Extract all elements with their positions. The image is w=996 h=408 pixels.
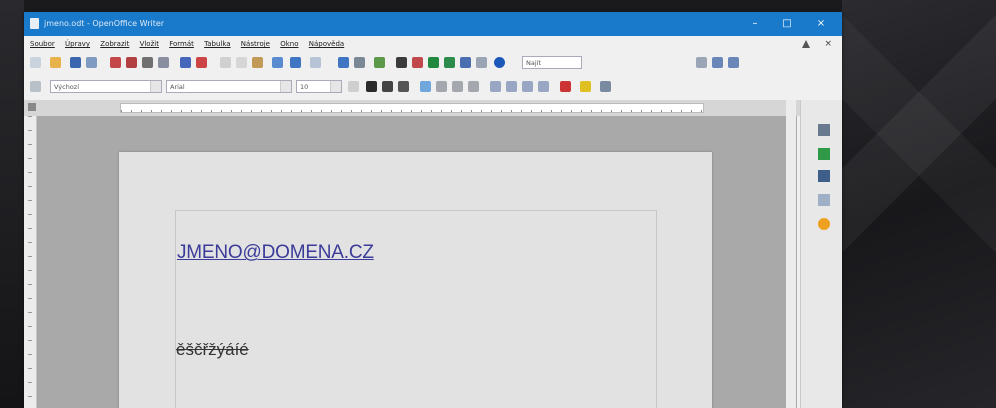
font-size-text: 10 bbox=[300, 83, 309, 91]
background-color-icon[interactable] bbox=[600, 81, 611, 92]
title-bar: jmeno.odt - OpenOffice Writer – □ × bbox=[24, 12, 842, 36]
menu-help[interactable]: Nápověda bbox=[309, 40, 344, 48]
save-icon[interactable] bbox=[70, 57, 81, 68]
standard-toolbar: Najít bbox=[24, 52, 842, 74]
spellcheck-icon[interactable] bbox=[180, 57, 191, 68]
font-size-select[interactable]: 10 bbox=[296, 80, 342, 93]
horizontal-ruler[interactable] bbox=[120, 103, 704, 113]
numbering-icon[interactable] bbox=[490, 81, 501, 92]
gallery-sidebar-icon[interactable] bbox=[818, 170, 830, 182]
find-replace-icon[interactable] bbox=[396, 57, 407, 68]
document-page[interactable]: JMENO@DOMENA.CZ ěščřžýáíé bbox=[119, 152, 712, 408]
nonprinting-chars-icon[interactable] bbox=[460, 57, 471, 68]
open-icon[interactable] bbox=[50, 57, 61, 68]
document-workspace: JMENO@DOMENA.CZ ěščřžýáíé bbox=[37, 116, 797, 408]
document-icon bbox=[802, 40, 810, 48]
find-field[interactable]: Najít bbox=[522, 56, 582, 69]
menu-view[interactable]: Zobrazit bbox=[100, 40, 129, 48]
align-right-icon[interactable] bbox=[452, 81, 463, 92]
decrease-indent-icon[interactable] bbox=[522, 81, 533, 92]
font-size-dropdown-icon[interactable] bbox=[330, 81, 341, 92]
minimize-button[interactable]: – bbox=[740, 12, 770, 36]
redo-icon[interactable] bbox=[310, 57, 321, 68]
vertical-ruler[interactable] bbox=[24, 116, 37, 408]
underline-icon[interactable] bbox=[398, 81, 409, 92]
writer-app-icon bbox=[30, 18, 39, 29]
bold-icon[interactable] bbox=[366, 81, 377, 92]
menu-table[interactable]: Tabulka bbox=[204, 40, 230, 48]
increase-indent-icon[interactable] bbox=[538, 81, 549, 92]
zoom-icon[interactable] bbox=[476, 57, 487, 68]
format-paintbrush-icon[interactable] bbox=[272, 57, 283, 68]
navigator-icon[interactable] bbox=[412, 57, 423, 68]
autospell-icon[interactable] bbox=[196, 57, 207, 68]
copy-icon[interactable] bbox=[236, 57, 247, 68]
data-sources-icon[interactable] bbox=[444, 57, 455, 68]
font-name-select[interactable]: Arial bbox=[166, 80, 292, 93]
styles-formatting-icon[interactable] bbox=[818, 148, 830, 160]
email-icon[interactable] bbox=[86, 57, 97, 68]
writer-window: jmeno.odt - OpenOffice Writer – □ × Soub… bbox=[24, 12, 842, 408]
close-button[interactable]: × bbox=[806, 12, 836, 36]
menu-file[interactable]: Soubor bbox=[30, 40, 55, 48]
functions-icon[interactable] bbox=[818, 218, 830, 230]
horizontal-ruler-bar bbox=[24, 100, 842, 116]
font-name-dropdown-icon[interactable] bbox=[280, 81, 291, 92]
gallery-icon[interactable] bbox=[428, 57, 439, 68]
menu-window[interactable]: Okno bbox=[280, 40, 298, 48]
print-preview-icon[interactable] bbox=[158, 57, 169, 68]
hyperlink-icon[interactable] bbox=[338, 57, 349, 68]
show-draw-functions-icon[interactable] bbox=[374, 57, 385, 68]
paragraph-style-dropdown-icon[interactable] bbox=[150, 81, 161, 92]
export-pdf-icon[interactable] bbox=[126, 57, 137, 68]
font-color-icon[interactable] bbox=[560, 81, 571, 92]
formatting-toolbar: Výchozí Arial 10 bbox=[24, 76, 842, 98]
desktop-left bbox=[0, 0, 24, 408]
find-dropdown-icon[interactable] bbox=[696, 57, 707, 68]
menu-insert[interactable]: Vložit bbox=[140, 40, 159, 48]
find-next-icon[interactable] bbox=[712, 57, 723, 68]
align-left-icon[interactable] bbox=[420, 81, 431, 92]
justify-icon[interactable] bbox=[468, 81, 479, 92]
menu-tools[interactable]: Nástroje bbox=[241, 40, 270, 48]
print-icon[interactable] bbox=[142, 57, 153, 68]
properties-icon[interactable] bbox=[818, 124, 830, 136]
find-field-text: Najít bbox=[526, 59, 542, 67]
help-icon[interactable] bbox=[494, 57, 505, 68]
grow-font-icon[interactable] bbox=[348, 81, 359, 92]
sidebar bbox=[800, 100, 842, 408]
paste-icon[interactable] bbox=[252, 57, 263, 68]
align-center-icon[interactable] bbox=[436, 81, 447, 92]
tab-stop-icon[interactable] bbox=[28, 103, 36, 111]
close-document-button[interactable]: × bbox=[824, 36, 832, 52]
window-title: jmeno.odt - OpenOffice Writer bbox=[44, 19, 165, 28]
new-icon[interactable] bbox=[30, 57, 41, 68]
styles-icon[interactable] bbox=[30, 81, 41, 92]
navigator-sidebar-icon[interactable] bbox=[818, 194, 830, 206]
find-previous-icon[interactable] bbox=[728, 57, 739, 68]
text-boundaries bbox=[175, 210, 657, 408]
maximize-button[interactable]: □ bbox=[772, 12, 802, 36]
vertical-scrollbar[interactable] bbox=[786, 100, 796, 408]
highlight-icon[interactable] bbox=[580, 81, 591, 92]
strikethrough-text[interactable]: ěščřžýáíé bbox=[176, 340, 249, 360]
desktop-wallpaper bbox=[842, 0, 996, 408]
edit-file-icon[interactable] bbox=[110, 57, 121, 68]
menu-bar: Soubor Úpravy Zobrazit Vložit Formát Tab… bbox=[24, 36, 842, 52]
paragraph-style-text: Výchozí bbox=[54, 83, 80, 91]
email-hyperlink[interactable]: JMENO@DOMENA.CZ bbox=[177, 242, 374, 264]
undo-icon[interactable] bbox=[290, 57, 301, 68]
paragraph-style-select[interactable]: Výchozí bbox=[50, 80, 162, 93]
menu-format[interactable]: Formát bbox=[169, 40, 194, 48]
table-icon[interactable] bbox=[354, 57, 365, 68]
italic-icon[interactable] bbox=[382, 81, 393, 92]
cut-icon[interactable] bbox=[220, 57, 231, 68]
menu-edit[interactable]: Úpravy bbox=[65, 40, 90, 48]
bullets-icon[interactable] bbox=[506, 81, 517, 92]
font-name-text: Arial bbox=[170, 83, 185, 91]
